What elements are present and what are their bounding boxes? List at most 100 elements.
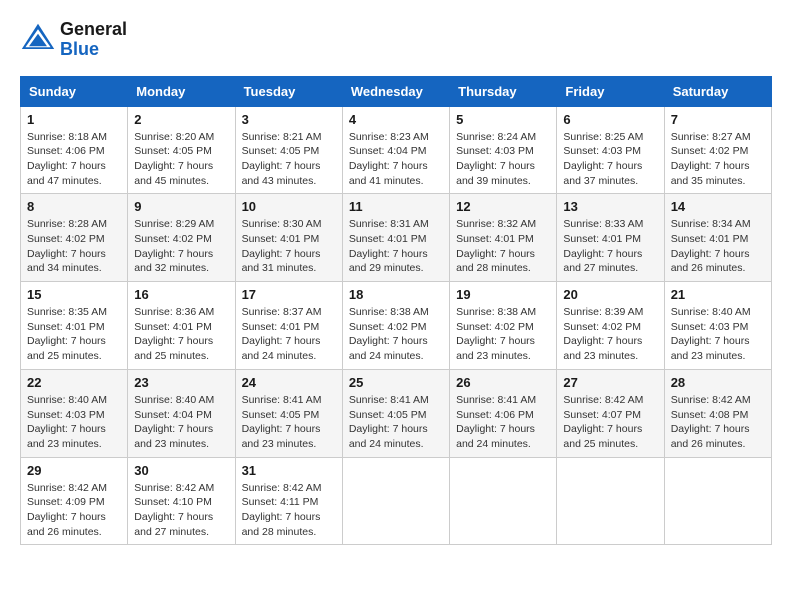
day-number: 14 [671, 199, 765, 214]
day-number: 1 [27, 112, 121, 127]
day-info: Sunrise: 8:42 AMSunset: 4:09 PMDaylight:… [27, 481, 121, 540]
day-number: 13 [563, 199, 657, 214]
day-info: Sunrise: 8:23 AMSunset: 4:04 PMDaylight:… [349, 130, 443, 189]
day-cell: 31 Sunrise: 8:42 AMSunset: 4:11 PMDaylig… [235, 457, 342, 545]
weekday-thursday: Thursday [450, 76, 557, 106]
day-info: Sunrise: 8:20 AMSunset: 4:05 PMDaylight:… [134, 130, 228, 189]
week-row-3: 15 Sunrise: 8:35 AMSunset: 4:01 PMDaylig… [21, 282, 772, 370]
day-cell: 15 Sunrise: 8:35 AMSunset: 4:01 PMDaylig… [21, 282, 128, 370]
calendar-table: SundayMondayTuesdayWednesdayThursdayFrid… [20, 76, 772, 546]
day-number: 26 [456, 375, 550, 390]
day-info: Sunrise: 8:38 AMSunset: 4:02 PMDaylight:… [456, 305, 550, 364]
day-number: 5 [456, 112, 550, 127]
day-info: Sunrise: 8:42 AMSunset: 4:10 PMDaylight:… [134, 481, 228, 540]
day-number: 19 [456, 287, 550, 302]
page-header: General Blue [20, 20, 772, 60]
week-row-2: 8 Sunrise: 8:28 AMSunset: 4:02 PMDayligh… [21, 194, 772, 282]
day-number: 31 [242, 463, 336, 478]
day-number: 30 [134, 463, 228, 478]
weekday-friday: Friday [557, 76, 664, 106]
week-row-4: 22 Sunrise: 8:40 AMSunset: 4:03 PMDaylig… [21, 369, 772, 457]
weekday-tuesday: Tuesday [235, 76, 342, 106]
weekday-wednesday: Wednesday [342, 76, 449, 106]
day-cell: 12 Sunrise: 8:32 AMSunset: 4:01 PMDaylig… [450, 194, 557, 282]
day-info: Sunrise: 8:40 AMSunset: 4:03 PMDaylight:… [671, 305, 765, 364]
day-number: 20 [563, 287, 657, 302]
day-cell: 20 Sunrise: 8:39 AMSunset: 4:02 PMDaylig… [557, 282, 664, 370]
day-info: Sunrise: 8:37 AMSunset: 4:01 PMDaylight:… [242, 305, 336, 364]
week-row-5: 29 Sunrise: 8:42 AMSunset: 4:09 PMDaylig… [21, 457, 772, 545]
day-cell [557, 457, 664, 545]
logo-icon [20, 22, 56, 58]
day-number: 10 [242, 199, 336, 214]
day-info: Sunrise: 8:41 AMSunset: 4:05 PMDaylight:… [242, 393, 336, 452]
day-number: 4 [349, 112, 443, 127]
weekday-monday: Monday [128, 76, 235, 106]
day-info: Sunrise: 8:40 AMSunset: 4:03 PMDaylight:… [27, 393, 121, 452]
day-cell [450, 457, 557, 545]
day-number: 11 [349, 199, 443, 214]
day-number: 6 [563, 112, 657, 127]
day-info: Sunrise: 8:30 AMSunset: 4:01 PMDaylight:… [242, 217, 336, 276]
weekday-sunday: Sunday [21, 76, 128, 106]
day-number: 24 [242, 375, 336, 390]
day-info: Sunrise: 8:32 AMSunset: 4:01 PMDaylight:… [456, 217, 550, 276]
logo-text: General Blue [60, 20, 127, 60]
day-cell: 9 Sunrise: 8:29 AMSunset: 4:02 PMDayligh… [128, 194, 235, 282]
day-cell: 22 Sunrise: 8:40 AMSunset: 4:03 PMDaylig… [21, 369, 128, 457]
day-cell: 11 Sunrise: 8:31 AMSunset: 4:01 PMDaylig… [342, 194, 449, 282]
calendar-body: 1 Sunrise: 8:18 AMSunset: 4:06 PMDayligh… [21, 106, 772, 545]
day-number: 12 [456, 199, 550, 214]
day-number: 27 [563, 375, 657, 390]
day-info: Sunrise: 8:27 AMSunset: 4:02 PMDaylight:… [671, 130, 765, 189]
day-number: 15 [27, 287, 121, 302]
day-cell: 24 Sunrise: 8:41 AMSunset: 4:05 PMDaylig… [235, 369, 342, 457]
day-info: Sunrise: 8:29 AMSunset: 4:02 PMDaylight:… [134, 217, 228, 276]
day-info: Sunrise: 8:36 AMSunset: 4:01 PMDaylight:… [134, 305, 228, 364]
day-cell: 10 Sunrise: 8:30 AMSunset: 4:01 PMDaylig… [235, 194, 342, 282]
day-cell: 14 Sunrise: 8:34 AMSunset: 4:01 PMDaylig… [664, 194, 771, 282]
day-cell: 18 Sunrise: 8:38 AMSunset: 4:02 PMDaylig… [342, 282, 449, 370]
day-cell: 21 Sunrise: 8:40 AMSunset: 4:03 PMDaylig… [664, 282, 771, 370]
day-cell: 7 Sunrise: 8:27 AMSunset: 4:02 PMDayligh… [664, 106, 771, 194]
day-cell: 26 Sunrise: 8:41 AMSunset: 4:06 PMDaylig… [450, 369, 557, 457]
day-number: 9 [134, 199, 228, 214]
day-info: Sunrise: 8:40 AMSunset: 4:04 PMDaylight:… [134, 393, 228, 452]
day-info: Sunrise: 8:28 AMSunset: 4:02 PMDaylight:… [27, 217, 121, 276]
day-cell: 28 Sunrise: 8:42 AMSunset: 4:08 PMDaylig… [664, 369, 771, 457]
day-cell: 19 Sunrise: 8:38 AMSunset: 4:02 PMDaylig… [450, 282, 557, 370]
day-number: 18 [349, 287, 443, 302]
day-cell: 1 Sunrise: 8:18 AMSunset: 4:06 PMDayligh… [21, 106, 128, 194]
day-cell: 4 Sunrise: 8:23 AMSunset: 4:04 PMDayligh… [342, 106, 449, 194]
day-info: Sunrise: 8:35 AMSunset: 4:01 PMDaylight:… [27, 305, 121, 364]
day-info: Sunrise: 8:42 AMSunset: 4:07 PMDaylight:… [563, 393, 657, 452]
day-cell: 3 Sunrise: 8:21 AMSunset: 4:05 PMDayligh… [235, 106, 342, 194]
day-info: Sunrise: 8:42 AMSunset: 4:11 PMDaylight:… [242, 481, 336, 540]
day-number: 3 [242, 112, 336, 127]
day-cell: 13 Sunrise: 8:33 AMSunset: 4:01 PMDaylig… [557, 194, 664, 282]
day-number: 29 [27, 463, 121, 478]
day-info: Sunrise: 8:18 AMSunset: 4:06 PMDaylight:… [27, 130, 121, 189]
day-number: 2 [134, 112, 228, 127]
day-cell: 6 Sunrise: 8:25 AMSunset: 4:03 PMDayligh… [557, 106, 664, 194]
weekday-saturday: Saturday [664, 76, 771, 106]
day-number: 7 [671, 112, 765, 127]
day-info: Sunrise: 8:39 AMSunset: 4:02 PMDaylight:… [563, 305, 657, 364]
day-cell: 8 Sunrise: 8:28 AMSunset: 4:02 PMDayligh… [21, 194, 128, 282]
day-cell [342, 457, 449, 545]
logo: General Blue [20, 20, 127, 60]
day-info: Sunrise: 8:41 AMSunset: 4:05 PMDaylight:… [349, 393, 443, 452]
day-number: 21 [671, 287, 765, 302]
day-info: Sunrise: 8:34 AMSunset: 4:01 PMDaylight:… [671, 217, 765, 276]
week-row-1: 1 Sunrise: 8:18 AMSunset: 4:06 PMDayligh… [21, 106, 772, 194]
day-number: 16 [134, 287, 228, 302]
day-info: Sunrise: 8:31 AMSunset: 4:01 PMDaylight:… [349, 217, 443, 276]
day-info: Sunrise: 8:24 AMSunset: 4:03 PMDaylight:… [456, 130, 550, 189]
day-cell: 23 Sunrise: 8:40 AMSunset: 4:04 PMDaylig… [128, 369, 235, 457]
day-number: 17 [242, 287, 336, 302]
day-number: 8 [27, 199, 121, 214]
day-cell: 25 Sunrise: 8:41 AMSunset: 4:05 PMDaylig… [342, 369, 449, 457]
day-info: Sunrise: 8:41 AMSunset: 4:06 PMDaylight:… [456, 393, 550, 452]
day-info: Sunrise: 8:25 AMSunset: 4:03 PMDaylight:… [563, 130, 657, 189]
day-number: 25 [349, 375, 443, 390]
